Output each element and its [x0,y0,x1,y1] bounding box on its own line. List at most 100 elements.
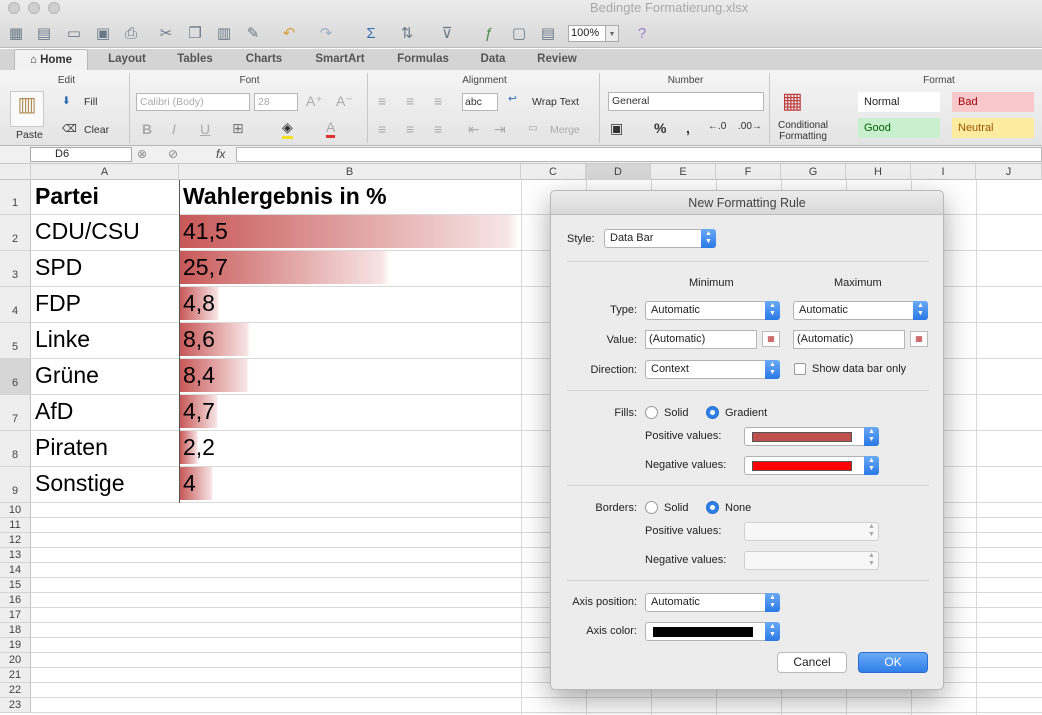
new-document-icon[interactable]: ▦ [5,22,27,44]
wrap-text-button[interactable]: Wrap Text [532,96,579,108]
accounting-format-icon[interactable]: ▣ [610,120,623,137]
row-13-header[interactable]: 13 [0,548,31,563]
direction-select[interactable]: Context ▲ ▼ [645,360,780,379]
value-max-input[interactable]: (Automatic) [793,330,905,349]
font-name-select[interactable]: Calibri (Body) [136,93,250,111]
zoom-window-button[interactable] [48,2,60,14]
column-h-header[interactable]: H [846,164,911,180]
templates-icon[interactable]: ▤ [33,22,55,44]
cell-value[interactable]: 41,5 [183,218,228,245]
style-normal[interactable]: Normal [858,92,940,112]
name-box[interactable]: D6 [30,147,132,162]
merge-button[interactable]: Merge [550,124,580,136]
undo-icon[interactable]: ↶ [278,22,300,44]
row-10-header[interactable]: 10 [0,503,31,518]
tab-formulas[interactable]: Formulas [388,49,458,70]
ok-button[interactable]: OK [858,652,928,673]
cell-value[interactable]: 4 [183,470,196,497]
cell-party[interactable]: Piraten [35,434,108,461]
fill-color-icon[interactable]: ◈ [282,119,293,139]
row-20-header[interactable]: 20 [0,653,31,668]
row-4-header[interactable]: 4 [0,287,31,323]
align-bottom-icon[interactable]: ≡ [434,93,442,109]
font-size-select[interactable]: 28 [254,93,298,111]
copy-icon[interactable]: ❐ [184,22,206,44]
align-center-icon[interactable]: ≡ [406,121,414,137]
row-3-header[interactable]: 3 [0,251,31,287]
fill-icon[interactable]: ⬇ [62,95,71,107]
comma-format-icon[interactable]: , [686,120,690,136]
conditional-formatting-button[interactable]: ▦ Conditional Formatting [772,86,834,144]
column-e-header[interactable]: E [651,164,716,180]
font-color-icon[interactable]: A [326,119,336,138]
cell-party[interactable]: Grüne [35,362,99,389]
bold-icon[interactable]: B [142,121,152,137]
row-18-header[interactable]: 18 [0,623,31,638]
gallery-icon[interactable]: ▤ [537,22,559,44]
cell-party[interactable]: AfD [35,398,73,425]
align-right-icon[interactable]: ≡ [434,121,442,137]
fill-solid-radio[interactable] [645,406,658,419]
fx-label[interactable]: fx [216,147,225,161]
column-f-header[interactable]: F [716,164,781,180]
increase-indent-icon[interactable]: ⇥ [494,121,506,138]
column-j-header[interactable]: J [976,164,1042,180]
cell-b1[interactable]: Wahlergebnis in % [183,183,387,210]
cell-value[interactable]: 4,7 [183,398,215,425]
borders-icon[interactable]: ⊞ [232,120,244,137]
tab-data[interactable]: Data [470,49,516,70]
formula-input[interactable] [236,147,1042,162]
row-7-header[interactable]: 7 [0,395,31,431]
row-6-header[interactable]: 6 [0,359,31,395]
toolbox-icon[interactable]: ▢ [508,22,530,44]
cut-icon[interactable]: ✂ [155,22,177,44]
value-min-input[interactable]: (Automatic) [645,330,757,349]
cell-value[interactable]: 4,8 [183,290,215,317]
tab-tables[interactable]: Tables [166,49,224,70]
decrease-font-icon[interactable]: A⁻ [336,93,353,110]
redo-icon[interactable]: ↷ [315,22,337,44]
autosum-icon[interactable]: Σ [360,22,382,44]
italic-icon[interactable]: I [172,121,176,137]
row-2-header[interactable]: 2 [0,215,31,251]
row-16-header[interactable]: 16 [0,593,31,608]
style-good[interactable]: Good [858,118,940,138]
cell-party[interactable]: SPD [35,254,82,281]
select-all-corner[interactable] [0,164,31,180]
fill-negative-color-select[interactable]: ▲ ▼ [744,456,879,475]
cell-a1[interactable]: Partei [35,183,99,210]
confirm-entry-icon[interactable]: ⊘ [168,147,178,161]
row-9-header[interactable]: 9 [0,467,31,503]
column-a-header[interactable]: A [31,164,179,180]
border-none-radio[interactable] [706,501,719,514]
text-orientation-button[interactable]: abc [462,93,498,111]
help-icon[interactable]: ? [631,22,653,44]
row-11-header[interactable]: 11 [0,518,31,533]
cell-value[interactable]: 8,6 [183,326,215,353]
tab-smartart[interactable]: SmartArt [306,49,374,70]
axis-position-select[interactable]: Automatic ▲ ▼ [645,593,780,612]
cell-party[interactable]: FDP [35,290,81,317]
cell-value[interactable]: 2,2 [183,434,215,461]
row-17-header[interactable]: 17 [0,608,31,623]
fill-positive-color-select[interactable]: ▲ ▼ [744,427,879,446]
increase-font-icon[interactable]: A⁺ [306,93,323,110]
border-positive-color-select[interactable]: ▲ ▼ [744,522,879,541]
decrease-indent-icon[interactable]: ⇤ [468,121,480,138]
tab-charts[interactable]: Charts [234,49,294,70]
show-bar-only-checkbox[interactable] [794,363,806,375]
fill-gradient-radio[interactable] [706,406,719,419]
style-bad[interactable]: Bad [952,92,1034,112]
clear-button[interactable]: Clear [84,124,109,136]
cell-party[interactable]: Linke [35,326,90,353]
cancel-button[interactable]: Cancel [777,652,847,673]
tab-review[interactable]: Review [528,49,586,70]
row-1-header[interactable]: 1 [0,180,31,215]
column-g-header[interactable]: G [781,164,846,180]
number-format-select[interactable]: General [608,92,764,111]
style-select[interactable]: Data Bar ▲ ▼ [604,229,716,248]
tab-home[interactable]: ⌂ Home [14,49,88,70]
column-c-header[interactable]: C [521,164,586,180]
align-left-icon[interactable]: ≡ [378,121,386,137]
eraser-icon[interactable]: ⌫ [62,123,77,135]
